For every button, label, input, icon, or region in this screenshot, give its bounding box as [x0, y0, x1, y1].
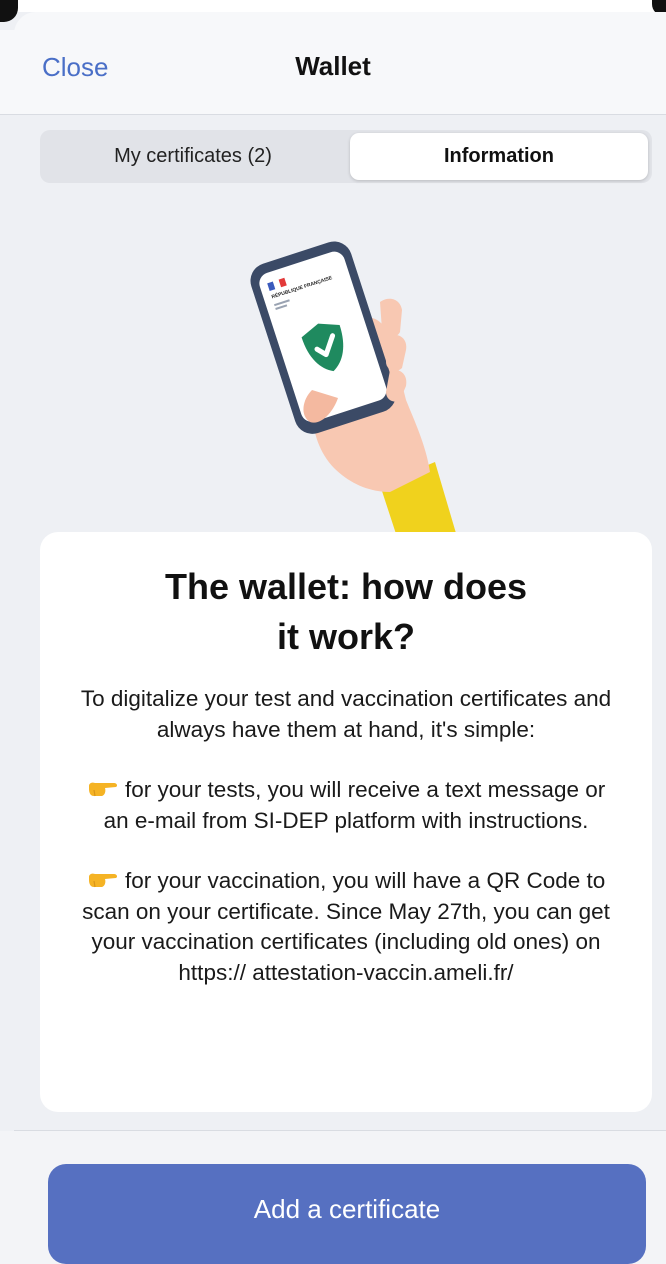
wallet-illustration: RÉPUBLIQUE FRANÇAISE — [230, 240, 460, 540]
page-title: Wallet — [295, 51, 371, 81]
pointing-hand-icon — [88, 873, 117, 888]
card-title-line-1: The wallet: how does — [164, 566, 528, 607]
card-title-line-2: it work? — [276, 616, 415, 657]
add-certificate-button[interactable]: Add a certificate — [48, 1164, 646, 1264]
add-certificate-label: Add a certificate — [253, 1194, 441, 1224]
tests-text: for your tests, you will receive a text … — [103, 777, 606, 833]
vaccination-text: for your vaccination, you will have a QR… — [82, 868, 610, 985]
status-bar-strip — [0, 0, 666, 12]
card-title: The wallet: how does it work? — [80, 562, 612, 662]
tests-paragraph: for your tests, you will receive a text … — [76, 775, 616, 836]
pointing-hand-icon — [88, 782, 117, 797]
vaccination-paragraph: for your vaccination, you will have a QR… — [76, 866, 616, 988]
navigation-bar: Close Wallet — [0, 30, 666, 115]
screen-corner — [0, 0, 18, 22]
hand-holding-phone-icon: RÉPUBLIQUE FRANÇAISE — [250, 241, 458, 540]
segmented-control: My certificates (2) Information — [40, 130, 652, 183]
card-body: To digitalize your test and vaccination … — [76, 684, 616, 1018]
information-card: The wallet: how does it work? To digital… — [40, 532, 652, 1112]
intro-text: To digitalize your test and vaccination … — [80, 686, 612, 742]
tab-my-certificates[interactable]: My certificates (2) — [40, 130, 346, 183]
tab-information[interactable]: Information — [350, 133, 648, 180]
